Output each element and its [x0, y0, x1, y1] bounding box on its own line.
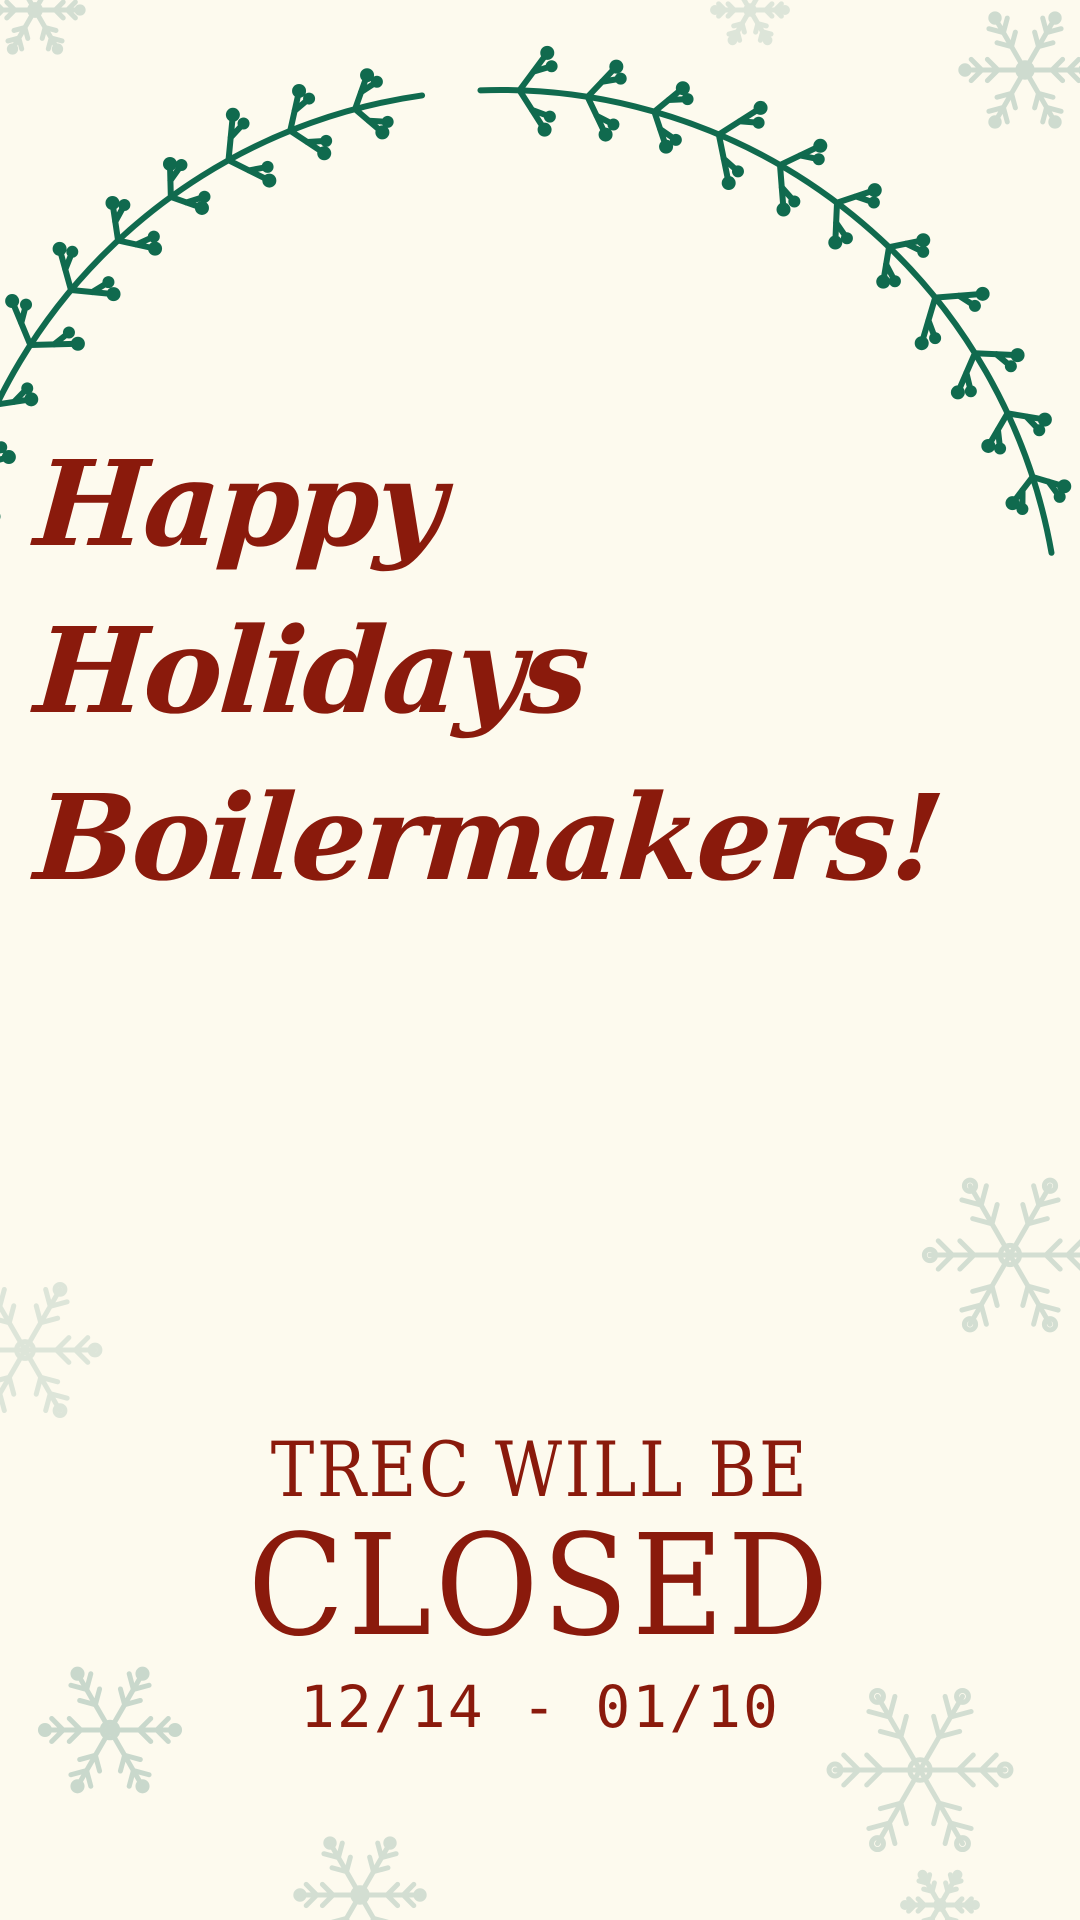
greeting-line-2: Holidays: [30, 601, 591, 740]
closure-notice-closed: CLOSED: [247, 1505, 833, 1668]
snowflake-icon: [921, 1177, 1080, 1333]
snowflake-icon: [900, 1869, 980, 1920]
snowflake-icon: [293, 1836, 427, 1920]
snowflake-icon: [0, 1281, 103, 1419]
closure-dates: 12/14 - 01/10: [300, 1673, 780, 1741]
closure-notice-line-1: TREC WILL BE: [270, 1425, 810, 1514]
greeting-line-3: Boilermakers!: [30, 768, 946, 907]
greeting-line-1: Happy: [30, 434, 448, 573]
greeting-heading: Happy Holidays Boilermakers!: [30, 420, 946, 921]
snowflake-icon: [0, 0, 86, 55]
snowflake-icon: [958, 11, 1080, 129]
snowflake-icon: [710, 0, 790, 46]
